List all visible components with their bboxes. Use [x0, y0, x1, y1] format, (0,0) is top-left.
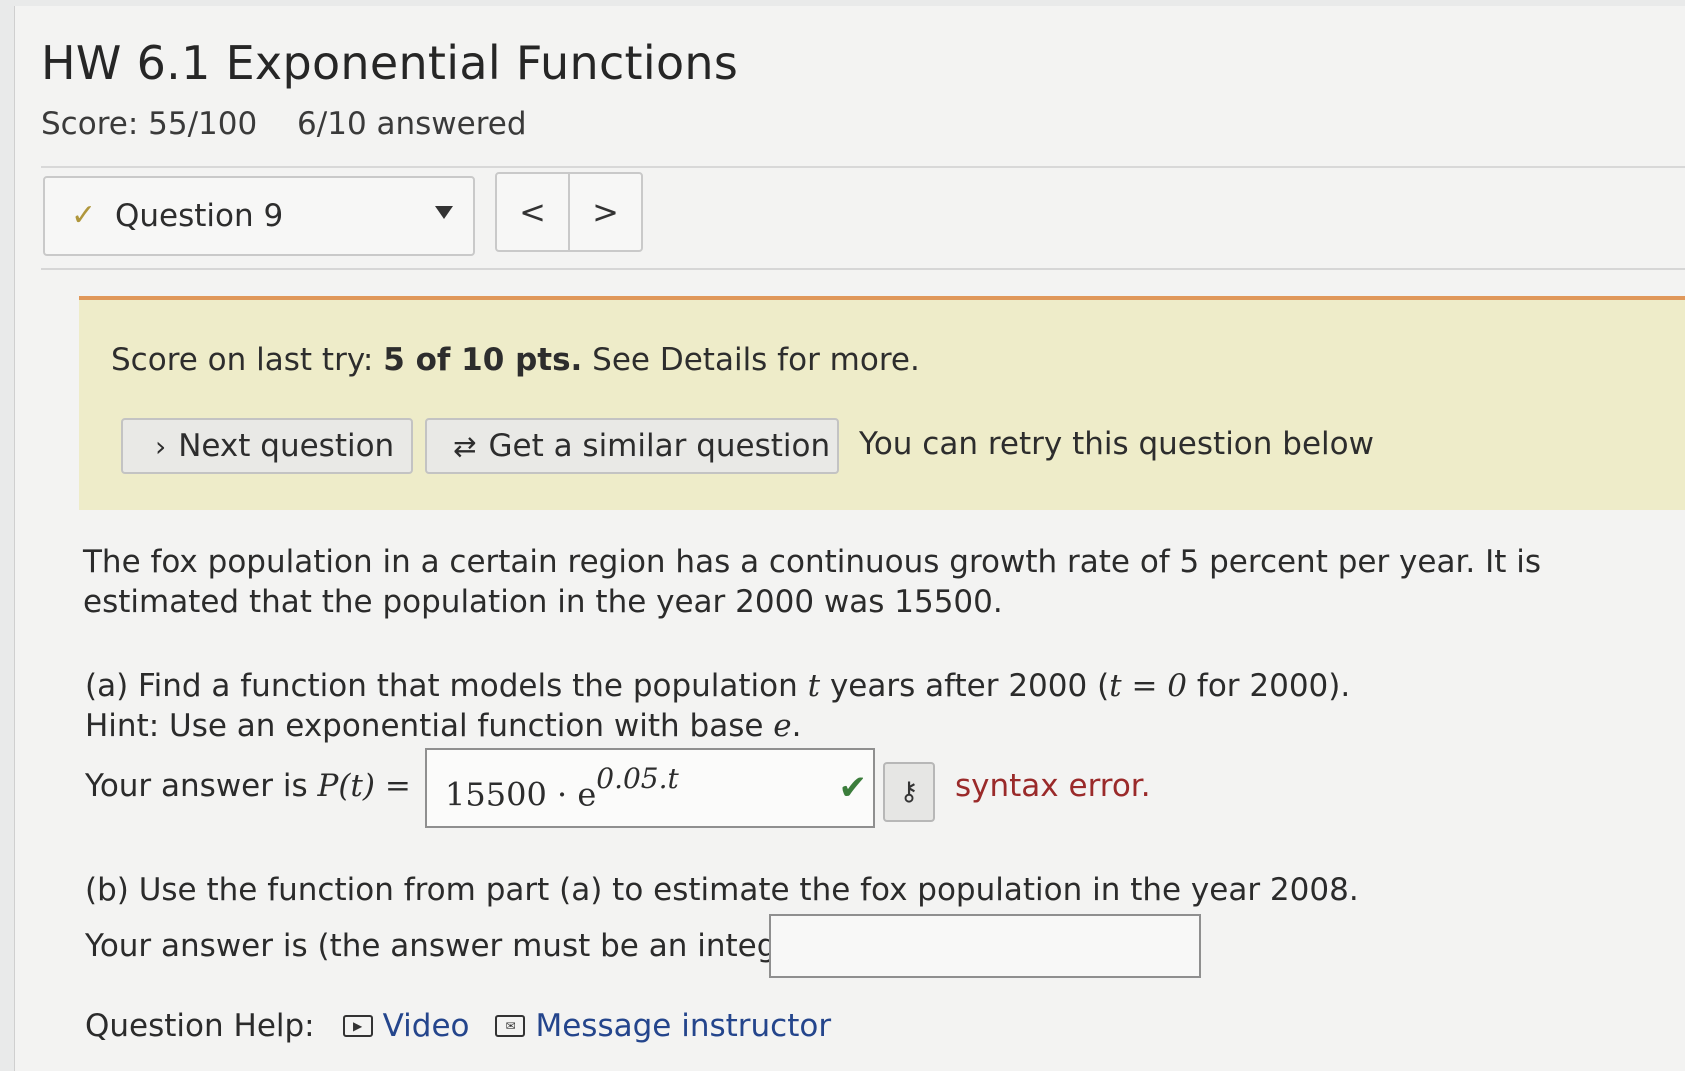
chevron-down-icon	[435, 206, 453, 219]
score-text: Score: 55/100	[41, 106, 258, 142]
part-a-text: for 2000).	[1187, 668, 1351, 704]
math-var: t	[807, 668, 821, 704]
part-a-prompt: (a) Find a function that models the popu…	[85, 666, 1350, 746]
part-a-text: years after 2000 (	[820, 668, 1110, 704]
math-keyboard-button[interactable]: ⚷	[883, 762, 935, 822]
syntax-error-message: syntax error.	[955, 768, 1151, 804]
question-select-label: Question 9	[115, 198, 284, 234]
last-try-prefix: Score on last try:	[111, 342, 384, 378]
part-b-answer-label: Your answer is (the answer must be an in…	[85, 928, 821, 964]
part-a-answer-value: 15500 · e0.05.t	[445, 762, 679, 814]
math-var: e	[773, 708, 792, 744]
math-func: P(t) =	[317, 768, 411, 804]
message-instructor-label: Message instructor	[535, 1008, 832, 1044]
problem-statement: The fox population in a certain region h…	[83, 544, 1541, 620]
answer-base: 15500 · e	[445, 775, 597, 814]
next-question-button[interactable]: › Next question	[121, 418, 413, 474]
chevron-right-icon: ›	[155, 429, 167, 463]
key-icon: ⚷	[899, 777, 919, 807]
question-pager: < >	[495, 172, 643, 252]
part-a-text: (a) Find a function that models the popu…	[85, 668, 808, 704]
answered-text: 6/10 answered	[297, 106, 527, 142]
similar-question-label: Get a similar question	[488, 428, 831, 464]
hint-text: Hint: Use an exponential function with b…	[85, 708, 774, 744]
score-summary: Score: 55/100 6/10 answered	[41, 106, 557, 142]
page-title: HW 6.1 Exponential Functions	[41, 36, 739, 90]
similar-question-button[interactable]: ⇄ Get a similar question	[425, 418, 839, 474]
video-icon: ▶	[342, 1015, 373, 1037]
video-link[interactable]: ▶ Video	[342, 1008, 470, 1044]
question-help: Question Help: ▶ Video ✉ Message instruc…	[85, 1008, 857, 1044]
check-icon: ✔	[838, 768, 868, 808]
part-b-prompt: (b) Use the function from part (a) to es…	[85, 872, 1359, 908]
math-eq: t = 0	[1109, 668, 1188, 704]
part-b-answer-row: Your answer is (the answer must be an in…	[85, 914, 1201, 984]
mail-icon: ✉	[495, 1015, 526, 1037]
message-instructor-link[interactable]: ✉ Message instructor	[495, 1008, 831, 1044]
next-question-arrow-button[interactable]: >	[570, 174, 641, 250]
part-a-answer-label: Your answer is P(t) =	[85, 768, 411, 804]
part-b-answer-input[interactable]	[769, 914, 1201, 978]
part-a-question: (a) Find a function that models the popu…	[85, 666, 1350, 706]
part-a-answer-input[interactable]: 15500 · e0.05.t ✔	[425, 748, 875, 828]
answer-exponent: 0.05.t	[596, 762, 679, 795]
question-help-label: Question Help:	[85, 1008, 315, 1044]
part-a-hint: Hint: Use an exponential function with b…	[85, 706, 1350, 746]
previous-question-button[interactable]: <	[497, 174, 570, 250]
hint-text: .	[791, 708, 802, 744]
video-label: Video	[382, 1008, 470, 1044]
divider	[41, 268, 1685, 270]
homework-page: HW 6.1 Exponential Functions Score: 55/1…	[14, 6, 1685, 1071]
checkmark-icon: ✓	[71, 198, 97, 233]
part-a-answer-row: Your answer is P(t) = 15500 · e0.05.t ✔ …	[85, 748, 1185, 830]
repeat-icon: ⇄	[453, 429, 477, 463]
last-try-suffix: See Details for more.	[582, 342, 920, 378]
retry-message: You can retry this question below	[859, 426, 1374, 462]
last-try-banner: Score on last try: 5 of 10 pts. See Deta…	[79, 296, 1685, 510]
question-select[interactable]: ✓ Question 9	[43, 176, 475, 256]
next-question-label: Next question	[178, 428, 395, 464]
divider	[41, 166, 1685, 168]
last-try-points: 5 of 10 pts.	[383, 342, 583, 378]
last-try-score: Score on last try: 5 of 10 pts. See Deta…	[111, 342, 920, 378]
answer-label-text: Your answer is	[85, 768, 318, 804]
